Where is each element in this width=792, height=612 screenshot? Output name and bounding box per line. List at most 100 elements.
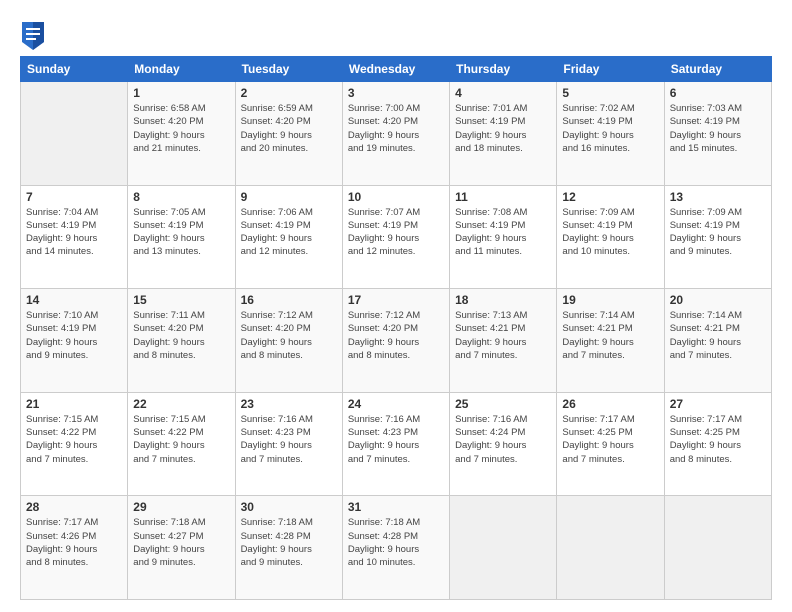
calendar-cell: 10 Sunrise: 7:07 AM Sunset: 4:19 PM Dayli… — [342, 185, 449, 289]
day-info: Sunrise: 7:07 AM Sunset: 4:19 PM Dayligh… — [348, 206, 444, 259]
day-number: 25 — [455, 397, 551, 411]
day-info: Sunrise: 7:16 AM Sunset: 4:23 PM Dayligh… — [241, 413, 337, 466]
calendar-cell: 11 Sunrise: 7:08 AM Sunset: 4:19 PM Dayli… — [450, 185, 557, 289]
calendar-cell: 15 Sunrise: 7:11 AM Sunset: 4:20 PM Dayli… — [128, 289, 235, 393]
day-info: Sunrise: 7:18 AM Sunset: 4:28 PM Dayligh… — [348, 516, 444, 569]
page: SundayMondayTuesdayWednesdayThursdayFrid… — [0, 0, 792, 612]
day-info: Sunrise: 7:14 AM Sunset: 4:21 PM Dayligh… — [562, 309, 658, 362]
calendar-cell: 8Sunrise: 7:05 AM Sunset: 4:19 PM Daylig… — [128, 185, 235, 289]
calendar-body: 1 Sunrise: 6:58 AM Sunset: 4:20 PM Daylig… — [21, 82, 772, 600]
calendar-cell: 5Sunrise: 7:02 AM Sunset: 4:19 PM Daylig… — [557, 82, 664, 186]
calendar-cell: 4 Sunrise: 7:01 AM Sunset: 4:19 PM Daylig… — [450, 82, 557, 186]
header — [20, 18, 772, 50]
day-number: 16 — [241, 293, 337, 307]
day-info: Sunrise: 7:10 AM Sunset: 4:19 PM Dayligh… — [26, 309, 122, 362]
day-number: 12 — [562, 190, 658, 204]
day-number: 1 — [133, 86, 229, 100]
day-number: 13 — [670, 190, 766, 204]
day-number: 8 — [133, 190, 229, 204]
day-info: Sunrise: 7:18 AM Sunset: 4:28 PM Dayligh… — [241, 516, 337, 569]
day-info: Sunrise: 7:09 AM Sunset: 4:19 PM Dayligh… — [562, 206, 658, 259]
calendar-week-row: 21 Sunrise: 7:15 AM Sunset: 4:22 PM Dayli… — [21, 392, 772, 496]
day-info: Sunrise: 7:09 AM Sunset: 4:19 PM Dayligh… — [670, 206, 766, 259]
day-of-week-header: Wednesday — [342, 57, 449, 82]
calendar-cell: 18Sunrise: 7:13 AM Sunset: 4:21 PM Dayli… — [450, 289, 557, 393]
day-number: 10 — [348, 190, 444, 204]
day-info: Sunrise: 7:12 AM Sunset: 4:20 PM Dayligh… — [348, 309, 444, 362]
calendar-cell: 24 Sunrise: 7:16 AM Sunset: 4:23 PM Dayli… — [342, 392, 449, 496]
day-number: 26 — [562, 397, 658, 411]
day-info: Sunrise: 7:12 AM Sunset: 4:20 PM Dayligh… — [241, 309, 337, 362]
day-number: 20 — [670, 293, 766, 307]
day-number: 2 — [241, 86, 337, 100]
calendar: SundayMondayTuesdayWednesdayThursdayFrid… — [20, 56, 772, 600]
calendar-week-row: 28 Sunrise: 7:17 AM Sunset: 4:26 PM Dayli… — [21, 496, 772, 600]
calendar-cell: 19 Sunrise: 7:14 AM Sunset: 4:21 PM Dayli… — [557, 289, 664, 393]
calendar-cell: 13 Sunrise: 7:09 AM Sunset: 4:19 PM Dayli… — [664, 185, 771, 289]
day-number: 21 — [26, 397, 122, 411]
day-info: Sunrise: 7:16 AM Sunset: 4:23 PM Dayligh… — [348, 413, 444, 466]
day-info: Sunrise: 7:17 AM Sunset: 4:25 PM Dayligh… — [670, 413, 766, 466]
day-number: 30 — [241, 500, 337, 514]
day-number: 14 — [26, 293, 122, 307]
calendar-cell: 17 Sunrise: 7:12 AM Sunset: 4:20 PM Dayli… — [342, 289, 449, 393]
day-info: Sunrise: 7:17 AM Sunset: 4:25 PM Dayligh… — [562, 413, 658, 466]
logo-icon — [22, 22, 44, 50]
day-number: 17 — [348, 293, 444, 307]
day-info: Sunrise: 7:11 AM Sunset: 4:20 PM Dayligh… — [133, 309, 229, 362]
calendar-cell: 2Sunrise: 6:59 AM Sunset: 4:20 PM Daylig… — [235, 82, 342, 186]
day-number: 31 — [348, 500, 444, 514]
day-info: Sunrise: 7:08 AM Sunset: 4:19 PM Dayligh… — [455, 206, 551, 259]
calendar-cell — [21, 82, 128, 186]
day-number: 11 — [455, 190, 551, 204]
day-number: 19 — [562, 293, 658, 307]
calendar-cell: 1 Sunrise: 6:58 AM Sunset: 4:20 PM Daylig… — [128, 82, 235, 186]
calendar-cell: 12 Sunrise: 7:09 AM Sunset: 4:19 PM Dayli… — [557, 185, 664, 289]
day-of-week-header: Monday — [128, 57, 235, 82]
calendar-cell: 28 Sunrise: 7:17 AM Sunset: 4:26 PM Dayli… — [21, 496, 128, 600]
calendar-cell — [557, 496, 664, 600]
calendar-week-row: 7Sunrise: 7:04 AM Sunset: 4:19 PM Daylig… — [21, 185, 772, 289]
day-info: Sunrise: 7:01 AM Sunset: 4:19 PM Dayligh… — [455, 102, 551, 155]
calendar-cell: 30 Sunrise: 7:18 AM Sunset: 4:28 PM Dayli… — [235, 496, 342, 600]
day-info: Sunrise: 7:15 AM Sunset: 4:22 PM Dayligh… — [26, 413, 122, 466]
day-of-week-header: Sunday — [21, 57, 128, 82]
day-number: 28 — [26, 500, 122, 514]
day-number: 24 — [348, 397, 444, 411]
calendar-header: SundayMondayTuesdayWednesdayThursdayFrid… — [21, 57, 772, 82]
calendar-cell: 25 Sunrise: 7:16 AM Sunset: 4:24 PM Dayli… — [450, 392, 557, 496]
calendar-cell: 29 Sunrise: 7:18 AM Sunset: 4:27 PM Dayli… — [128, 496, 235, 600]
day-info: Sunrise: 7:03 AM Sunset: 4:19 PM Dayligh… — [670, 102, 766, 155]
day-info: Sunrise: 6:58 AM Sunset: 4:20 PM Dayligh… — [133, 102, 229, 155]
calendar-cell: 21 Sunrise: 7:15 AM Sunset: 4:22 PM Dayli… — [21, 392, 128, 496]
calendar-week-row: 14 Sunrise: 7:10 AM Sunset: 4:19 PM Dayli… — [21, 289, 772, 393]
day-info: Sunrise: 7:17 AM Sunset: 4:26 PM Dayligh… — [26, 516, 122, 569]
day-number: 22 — [133, 397, 229, 411]
calendar-cell: 22 Sunrise: 7:15 AM Sunset: 4:22 PM Dayli… — [128, 392, 235, 496]
calendar-cell: 9 Sunrise: 7:06 AM Sunset: 4:19 PM Daylig… — [235, 185, 342, 289]
calendar-cell: 26 Sunrise: 7:17 AM Sunset: 4:25 PM Dayli… — [557, 392, 664, 496]
calendar-week-row: 1 Sunrise: 6:58 AM Sunset: 4:20 PM Daylig… — [21, 82, 772, 186]
day-number: 6 — [670, 86, 766, 100]
day-of-week-header: Thursday — [450, 57, 557, 82]
day-of-week-header: Friday — [557, 57, 664, 82]
calendar-cell — [450, 496, 557, 600]
day-number: 3 — [348, 86, 444, 100]
day-info: Sunrise: 7:15 AM Sunset: 4:22 PM Dayligh… — [133, 413, 229, 466]
day-number: 29 — [133, 500, 229, 514]
day-number: 15 — [133, 293, 229, 307]
day-number: 23 — [241, 397, 337, 411]
day-info: Sunrise: 7:06 AM Sunset: 4:19 PM Dayligh… — [241, 206, 337, 259]
day-number: 9 — [241, 190, 337, 204]
logo — [20, 22, 46, 50]
day-number: 7 — [26, 190, 122, 204]
day-info: Sunrise: 7:18 AM Sunset: 4:27 PM Dayligh… — [133, 516, 229, 569]
calendar-cell: 3Sunrise: 7:00 AM Sunset: 4:20 PM Daylig… — [342, 82, 449, 186]
calendar-cell: 20Sunrise: 7:14 AM Sunset: 4:21 PM Dayli… — [664, 289, 771, 393]
day-info: Sunrise: 7:16 AM Sunset: 4:24 PM Dayligh… — [455, 413, 551, 466]
day-of-week-header: Saturday — [664, 57, 771, 82]
calendar-cell: 31 Sunrise: 7:18 AM Sunset: 4:28 PM Dayli… — [342, 496, 449, 600]
calendar-cell: 6 Sunrise: 7:03 AM Sunset: 4:19 PM Daylig… — [664, 82, 771, 186]
day-number: 27 — [670, 397, 766, 411]
day-number: 4 — [455, 86, 551, 100]
